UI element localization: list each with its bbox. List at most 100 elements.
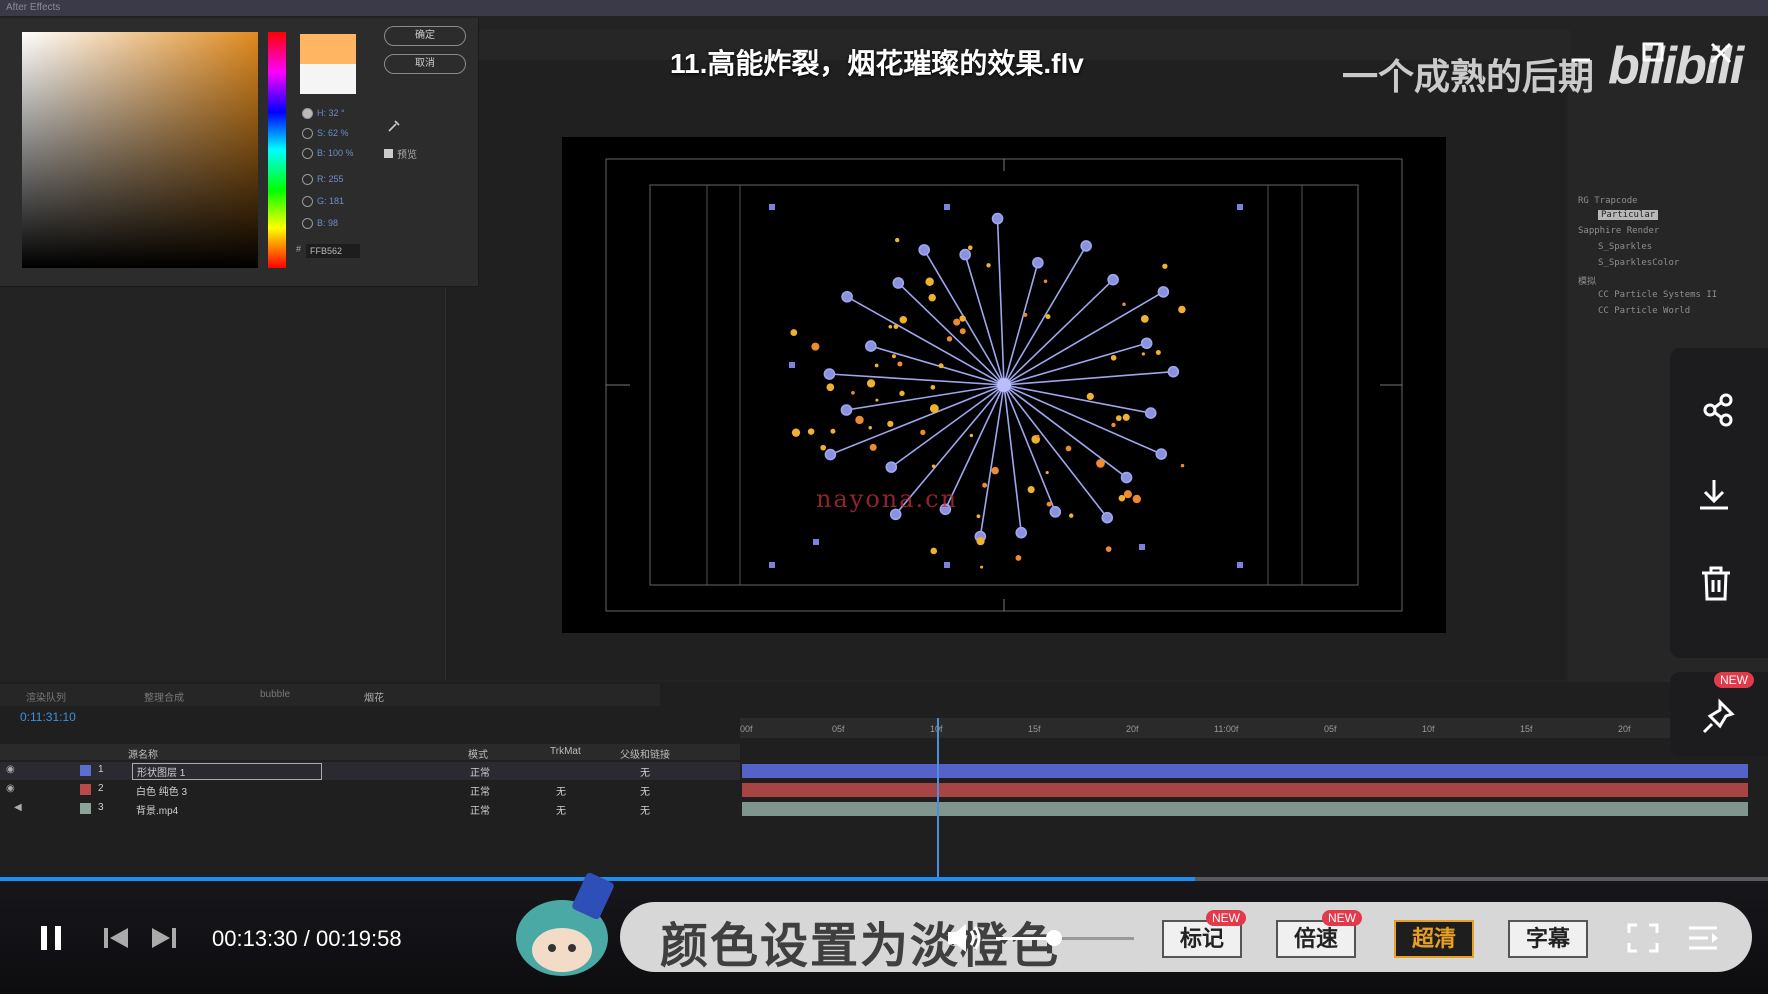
layer-row[interactable]: ◉ 1 形状图层 1 正常 无 xyxy=(0,762,740,780)
eye-icon[interactable]: ◉ xyxy=(6,783,15,794)
delete-button[interactable] xyxy=(1696,564,1736,604)
layer-parent[interactable]: 无 xyxy=(640,802,650,817)
effect-item[interactable]: CC Particle World xyxy=(1598,306,1690,316)
eye-icon[interactable]: ◉ xyxy=(6,764,15,775)
tab-render-queue[interactable]: 渲染队列 xyxy=(26,689,66,704)
subtitle-button[interactable]: 字幕 xyxy=(1508,920,1588,958)
ruler-label: 20f xyxy=(1618,724,1631,734)
radio-icon xyxy=(302,148,313,160)
col-mode[interactable]: 模式 xyxy=(468,746,488,761)
layer-row[interactable]: ◉ 2 白色 纯色 3 正常 无 无 xyxy=(0,781,740,799)
preview-checkbox[interactable]: 预览 xyxy=(384,146,417,161)
pause-icon xyxy=(41,926,61,950)
layer-mode[interactable]: 正常 xyxy=(470,802,490,817)
layer-mode[interactable]: 正常 xyxy=(470,783,490,798)
playlist-icon xyxy=(1689,926,1718,950)
layer-mode[interactable]: 正常 xyxy=(470,764,490,779)
eyedropper-icon[interactable] xyxy=(386,118,402,134)
timeline-playhead[interactable] xyxy=(937,718,939,880)
spark-particle xyxy=(1118,494,1126,502)
timeline-tabs: 渲染队列 整理合成 bubble 烟花 xyxy=(0,684,660,706)
spark-particle xyxy=(1132,494,1141,504)
fullscreen-button[interactable] xyxy=(1626,922,1660,954)
layer-bar[interactable] xyxy=(742,764,1748,778)
saturation-brightness-field[interactable] xyxy=(22,32,258,268)
red-value-row[interactable]: R: 255 xyxy=(302,174,344,186)
particle-emitter-marker xyxy=(1237,204,1243,210)
spark-particle xyxy=(851,390,855,395)
ruler-label: 05f xyxy=(1324,724,1337,734)
effect-item-particular[interactable]: Particular xyxy=(1598,210,1659,220)
close-icon xyxy=(1710,42,1732,64)
firework-tip xyxy=(1080,240,1092,252)
cancel-button[interactable]: 取消 xyxy=(384,54,466,74)
layer-trkmat[interactable]: 无 xyxy=(556,783,566,798)
close-button[interactable] xyxy=(1708,40,1734,66)
maximize-button[interactable] xyxy=(1640,40,1666,66)
spark-particle xyxy=(946,336,953,342)
hex-input[interactable]: FFB562 xyxy=(306,244,360,258)
pin-button[interactable] xyxy=(1698,698,1738,738)
col-source-name[interactable]: 源名称 xyxy=(128,746,158,761)
download-button[interactable] xyxy=(1694,476,1734,516)
time-ruler[interactable]: 00f 05f 10f 15f 20f 11:00f 05f 10f 15f 2… xyxy=(740,718,1670,738)
firework-tip xyxy=(840,404,853,416)
quality-button[interactable]: 超清 xyxy=(1394,920,1474,958)
label-color-swatch[interactable] xyxy=(80,784,91,795)
video-title: 11.高能炸裂，烟花璀璨的效果.flv xyxy=(670,48,1084,79)
layer-column-header: 源名称 模式 TrkMat 父级和链接 xyxy=(0,744,740,761)
spark-particle xyxy=(931,464,936,469)
previous-button[interactable] xyxy=(102,924,132,952)
spark-particle xyxy=(899,315,908,324)
green-value-row[interactable]: G: 181 xyxy=(302,196,344,208)
checkbox-label: 预览 xyxy=(397,150,417,161)
col-trkmat[interactable]: TrkMat xyxy=(550,746,581,757)
layer-parent[interactable]: 无 xyxy=(640,764,650,779)
spark-particle xyxy=(930,547,938,555)
spark-particle xyxy=(891,354,896,359)
time-display: 00:13:30 / 00:19:58 xyxy=(212,926,402,952)
effect-item[interactable]: CC Particle Systems II xyxy=(1598,290,1717,300)
timeline-timecode[interactable]: 0:11:31:10 xyxy=(20,710,76,724)
tab-comp[interactable]: 整理合成 xyxy=(144,689,184,704)
volume-button[interactable] xyxy=(944,920,984,956)
label-color-swatch[interactable] xyxy=(80,765,91,776)
field-value: 32 ° xyxy=(328,108,345,118)
layer-trkmat[interactable]: 无 xyxy=(556,802,566,817)
spark-particle xyxy=(791,428,801,437)
mascot-avatar xyxy=(510,872,630,984)
saturation-value-row[interactable]: S: 62 % xyxy=(302,128,349,140)
minimize-button[interactable] xyxy=(1568,40,1594,66)
ruler-label: 05f xyxy=(832,724,845,734)
effect-category[interactable]: Sapphire Render xyxy=(1578,226,1659,236)
next-button[interactable] xyxy=(148,924,178,952)
label-color-swatch[interactable] xyxy=(80,803,91,814)
blue-value-row[interactable]: B: 98 xyxy=(302,218,338,230)
ok-button[interactable]: 确定 xyxy=(384,26,466,46)
spark-particle xyxy=(969,433,974,438)
volume-slider-knob[interactable] xyxy=(1045,930,1062,946)
speaker-icon[interactable]: ◀ xyxy=(14,802,22,813)
brightness-value-row[interactable]: B: 100 % xyxy=(302,148,354,160)
share-button[interactable] xyxy=(1698,390,1738,430)
tab-bubble[interactable]: bubble xyxy=(260,689,290,700)
tab-fireworks[interactable]: 烟花 xyxy=(364,689,384,704)
new-color-swatch xyxy=(300,34,356,64)
layer-bar[interactable] xyxy=(742,783,1748,797)
effect-item[interactable]: S_SparklesColor xyxy=(1598,258,1679,268)
layer-name[interactable]: 白色 纯色 3 xyxy=(136,783,187,798)
particle-emitter-marker xyxy=(769,204,775,210)
col-parent[interactable]: 父级和链接 xyxy=(620,746,670,761)
layer-parent[interactable]: 无 xyxy=(640,783,650,798)
hue-value-row[interactable]: H: 32 ° xyxy=(302,108,345,120)
effect-category[interactable]: RG Trapcode xyxy=(1578,196,1638,206)
layer-name[interactable]: 背景.mp4 xyxy=(136,802,178,817)
hue-slider[interactable] xyxy=(268,32,286,268)
layer-name[interactable]: 形状图层 1 xyxy=(132,763,322,780)
effect-category[interactable]: 模拟 xyxy=(1578,274,1596,287)
effect-item[interactable]: S_Sparkles xyxy=(1598,242,1652,252)
layer-bar[interactable] xyxy=(742,802,1748,816)
playlist-button[interactable] xyxy=(1686,922,1720,954)
pause-button[interactable] xyxy=(38,922,66,954)
layer-row[interactable]: ◀ 3 背景.mp4 正常 无 无 xyxy=(0,800,740,818)
